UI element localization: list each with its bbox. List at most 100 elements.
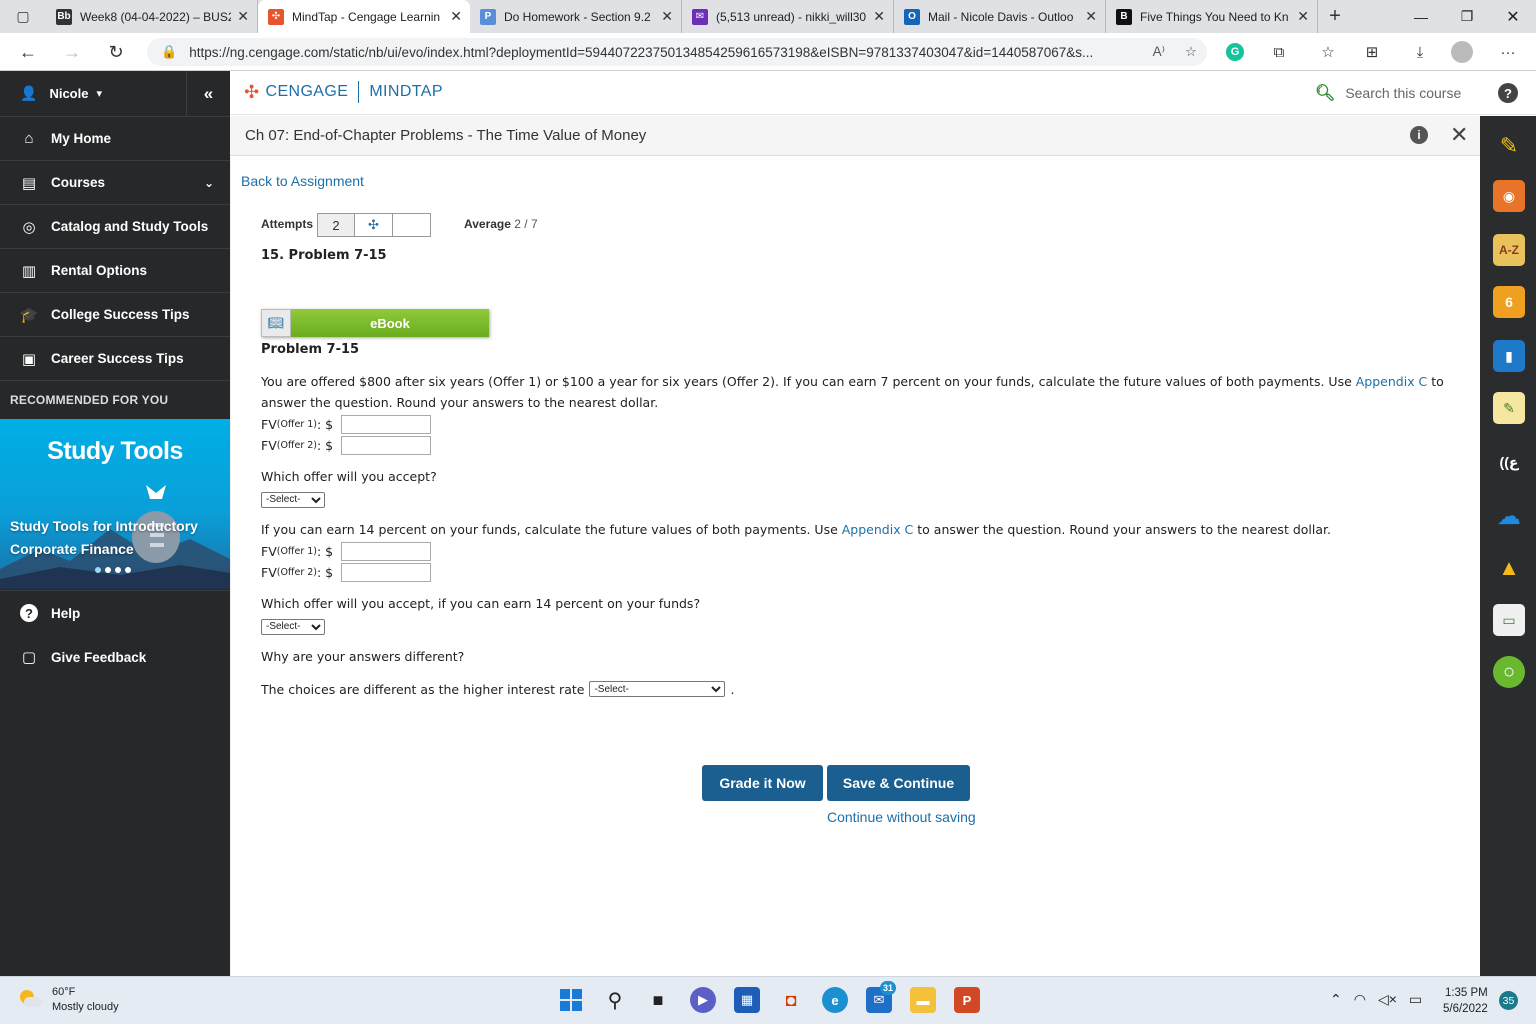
- tab-title: Week8 (04-04-2022) – BUS2: [80, 9, 232, 24]
- favorites-icon[interactable]: ☆: [1316, 41, 1340, 63]
- close-tab-icon[interactable]: ✕: [450, 8, 462, 25]
- study-tools-promo[interactable]: Study Tools Study Tools for Introductory…: [0, 419, 230, 589]
- powerpoint-icon[interactable]: P: [954, 987, 980, 1013]
- grammarly-icon[interactable]: G: [1223, 41, 1247, 63]
- browser-tab[interactable]: P Do Homework - Section 9.2 ✕: [470, 0, 682, 33]
- sidebar-item-courses[interactable]: ▤ Courses ⌄: [0, 161, 230, 205]
- question-why-different: Why are your answers different?: [261, 649, 465, 664]
- cengage-orange-icon[interactable]: 6: [1493, 286, 1525, 318]
- extensions-puzzle-icon[interactable]: ⧉: [1267, 41, 1291, 63]
- glossary-az-icon[interactable]: A-Z: [1493, 234, 1525, 266]
- notebook-icon[interactable]: ▮: [1493, 340, 1525, 372]
- browser-tab[interactable]: ✣ MindTap - Cengage Learnin ✕: [258, 0, 470, 33]
- wifi-icon[interactable]: ◠: [1354, 991, 1366, 1008]
- appendix-c-link[interactable]: Appendix C: [842, 522, 914, 537]
- refresh-icon[interactable]: ↻: [102, 39, 130, 65]
- tray-chevron-up-icon[interactable]: ⌃: [1330, 991, 1342, 1008]
- notes-icon[interactable]: ✎: [1493, 392, 1525, 424]
- browser-tab[interactable]: Bb Week8 (04-04-2022) – BUS2 ✕: [46, 0, 258, 33]
- back-arrow-icon[interactable]: ←: [14, 39, 42, 65]
- forward-arrow-icon[interactable]: →: [58, 39, 86, 65]
- info-icon[interactable]: i: [1410, 126, 1428, 144]
- sidebar-item-rental-options[interactable]: ▥ Rental Options: [0, 249, 230, 293]
- volume-muted-icon[interactable]: ◁×: [1378, 991, 1397, 1008]
- help-icon[interactable]: ?: [1498, 83, 1518, 103]
- sidebar-nav: ⌂ My Home ▤ Courses ⌄ ◎ Catalog and Study Tool…: [0, 117, 230, 381]
- carousel-dots[interactable]: [95, 567, 131, 573]
- new-tab-button[interactable]: +: [1318, 0, 1352, 33]
- close-tab-icon[interactable]: ✕: [237, 8, 249, 25]
- collections-icon[interactable]: ⊞: [1360, 41, 1384, 63]
- progress-ring-icon[interactable]: ○: [1493, 656, 1525, 688]
- sidebar-item-college-success-tips[interactable]: 🎓 College Success Tips: [0, 293, 230, 337]
- close-tab-icon[interactable]: ✕: [661, 8, 673, 25]
- grade-it-now-button[interactable]: Grade it Now: [702, 765, 823, 801]
- fv-offer2-input-7pct[interactable]: [341, 435, 432, 455]
- close-activity-icon[interactable]: ✕: [1450, 122, 1468, 148]
- url-text[interactable]: https://ng.cengage.com/static/nb/ui/evo/…: [189, 45, 1142, 60]
- continue-without-saving-link[interactable]: Continue without saving: [827, 809, 976, 825]
- course-search[interactable]: 🔍︎ Search this course: [1315, 83, 1461, 103]
- dollar-label: : $: [317, 564, 334, 580]
- sidebar-item-label: Give Feedback: [51, 649, 147, 665]
- user-menu[interactable]: 👤 Nicole ▾ «: [0, 71, 230, 117]
- offer-select-14pct[interactable]: -Select-: [261, 618, 325, 635]
- minimize-button[interactable]: —: [1398, 0, 1444, 33]
- window-menu-icon[interactable]: ▢: [0, 0, 46, 33]
- fv-offer2-input-14pct[interactable]: [341, 562, 432, 582]
- readspeaker-icon[interactable]: ((ع: [1493, 446, 1525, 478]
- notification-badge[interactable]: 35: [1499, 991, 1518, 1010]
- close-tab-icon[interactable]: ✕: [1297, 8, 1309, 25]
- clock[interactable]: 1:35 PM 5/6/2022: [1443, 985, 1488, 1017]
- appendix-c-link[interactable]: Appendix C: [1356, 374, 1428, 389]
- search-taskbar-icon[interactable]: ⚲: [602, 987, 628, 1013]
- sidebar-item-career-success-tips[interactable]: ▣ Career Success Tips: [0, 337, 230, 381]
- profile-avatar-icon[interactable]: [1450, 41, 1474, 63]
- url-bar[interactable]: 🔒 https://ng.cengage.com/static/nb/ui/ev…: [147, 38, 1207, 66]
- restore-button[interactable]: ❐: [1444, 0, 1490, 33]
- edge-icon[interactable]: e: [822, 987, 848, 1013]
- dollar-label: : $: [317, 416, 334, 432]
- windows-start-icon[interactable]: [558, 987, 584, 1013]
- browser-tab[interactable]: B Five Things You Need to Kn ✕: [1106, 0, 1318, 33]
- fv-offer1-input-7pct[interactable]: [341, 414, 432, 434]
- highlighter-icon[interactable]: ✎: [1493, 130, 1525, 162]
- sidebar-item-my-home[interactable]: ⌂ My Home: [0, 117, 230, 161]
- sidebar-item-help[interactable]: ? Help: [0, 591, 230, 635]
- address-toolbar: ← → ↻ 🔒 https://ng.cengage.com/static/nb…: [0, 33, 1536, 71]
- google-drive-icon[interactable]: ▲: [1493, 552, 1525, 584]
- sidebar-item-catalog-and-study-tools[interactable]: ◎ Catalog and Study Tools: [0, 205, 230, 249]
- close-tab-icon[interactable]: ✕: [1085, 8, 1097, 25]
- rss-icon[interactable]: ◉: [1493, 180, 1525, 212]
- close-tab-icon[interactable]: ✕: [873, 8, 885, 25]
- browser-tab[interactable]: ✉ (5,513 unread) - nikki_will30 ✕: [682, 0, 894, 33]
- favorite-star-icon[interactable]: ☆: [1185, 44, 1197, 60]
- save-continue-button[interactable]: Save & Continue: [827, 765, 970, 801]
- interest-rate-reason-select[interactable]: -Select-: [589, 681, 726, 697]
- weather-widget[interactable]: 60°F Mostly cloudy: [18, 985, 119, 1015]
- browser-tab[interactable]: O Mail - Nicole Davis - Outloo ✕: [894, 0, 1106, 33]
- task-view-icon[interactable]: ■: [645, 987, 671, 1013]
- offer-select-7pct[interactable]: -Select-: [261, 491, 325, 508]
- close-window-button[interactable]: ✕: [1490, 0, 1536, 33]
- teams-chat-icon[interactable]: ▶: [690, 987, 716, 1013]
- onedrive-icon[interactable]: ☁: [1493, 500, 1525, 532]
- downloads-icon[interactable]: ⤓: [1408, 41, 1432, 63]
- system-tray: ⌃ ◠ ◁× ▭: [1330, 991, 1422, 1008]
- back-to-assignment-link[interactable]: Back to Assignment: [241, 173, 364, 189]
- read-aloud-icon[interactable]: A⁾: [1153, 44, 1165, 60]
- file-explorer-icon[interactable]: ▬: [910, 987, 936, 1013]
- sidebar-bottom-nav: ? Help ▢ Give Feedback: [0, 590, 230, 679]
- mail-icon[interactable]: ✉ 31: [866, 981, 896, 1013]
- cengage-mindtap-logo[interactable]: ✣ CENGAGE MINDTAP: [244, 81, 443, 103]
- battery-icon[interactable]: ▭: [1409, 991, 1422, 1008]
- store-icon[interactable]: ▦: [734, 987, 760, 1013]
- sidebar-item-give-feedback[interactable]: ▢ Give Feedback: [0, 635, 230, 679]
- ebook-button[interactable]: 📖︎ eBook: [261, 309, 489, 337]
- fv-offer1-input-14pct[interactable]: [341, 541, 432, 561]
- collapse-sidebar-icon[interactable]: «: [186, 71, 230, 117]
- more-menu-icon[interactable]: ···: [1496, 41, 1520, 63]
- flashcards-icon[interactable]: ▭: [1493, 604, 1525, 636]
- search-input[interactable]: Search this course: [1345, 85, 1461, 101]
- office-icon[interactable]: ◘: [778, 987, 804, 1013]
